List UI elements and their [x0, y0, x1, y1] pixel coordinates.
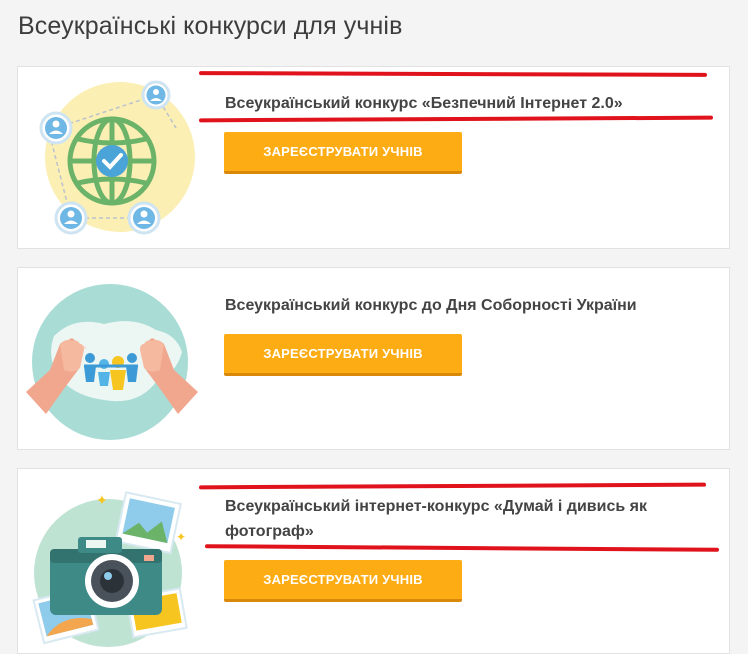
svg-text:✦: ✦ — [96, 492, 108, 508]
camera-photo-icon: ✦ ✦ — [32, 491, 188, 647]
contest-card: ✦ ✦ Всеукраїнський інтернет-конкурс «Дум… — [17, 468, 730, 654]
svg-text:✦: ✦ — [176, 530, 186, 544]
page-title: Всеукраїнські конкурси для учнів — [18, 12, 403, 40]
contest-title[interactable]: Всеукраїнський інтернет-конкурс «Думай і… — [225, 494, 715, 544]
contest-title[interactable]: Всеукраїнський конкурс «Безпечний Інтерн… — [225, 91, 623, 116]
contest-card: Всеукраїнський конкурс до Дня Соборності… — [17, 267, 730, 450]
ukraine-map-unity-icon — [26, 284, 198, 440]
globe-network-icon — [39, 80, 195, 235]
contest-title[interactable]: Всеукраїнський конкурс до Дня Соборності… — [225, 293, 637, 318]
register-students-button[interactable]: ЗАРЕЄСТРУВАТИ УЧНІВ — [224, 334, 462, 376]
register-students-button[interactable]: ЗАРЕЄСТРУВАТИ УЧНІВ — [224, 560, 462, 602]
contest-card: Всеукраїнський конкурс «Безпечний Інтерн… — [17, 66, 730, 249]
register-students-button[interactable]: ЗАРЕЄСТРУВАТИ УЧНІВ — [224, 132, 462, 174]
